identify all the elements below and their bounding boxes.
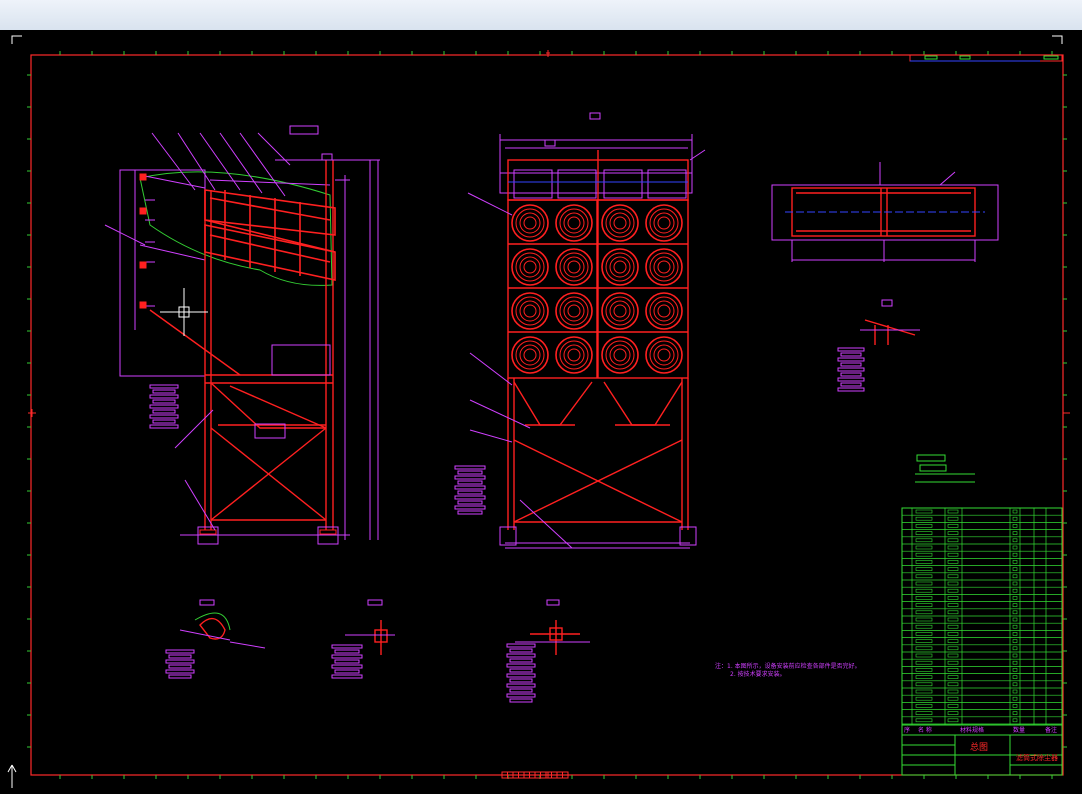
drawing-svg[interactable]: 注：1. 本图所示，设备安装前应检查各部件是否完好。 2. 按技术要求安装。 序…	[0, 30, 1082, 790]
bom-header-spec: 材料规格	[960, 726, 984, 734]
cad-drawing-canvas[interactable]: 注：1. 本图所示，设备安装前应检查各部件是否完好。 2. 按技术要求安装。 序…	[0, 30, 1082, 790]
window-titlebar	[0, 0, 1082, 31]
bom-header-index: 序	[904, 726, 910, 734]
bom-header-qty: 数量	[1013, 726, 1025, 734]
note-line-2: 2. 按技术要求安装。	[730, 670, 786, 678]
bom-header-name: 名 称	[918, 726, 932, 734]
bom-header-remark: 备注	[1045, 726, 1057, 734]
equipment-name: 滤筒式除尘器	[1016, 753, 1058, 762]
drawing-title: 总图	[970, 741, 988, 753]
note-line-1: 注：1. 本图所示，设备安装前应检查各部件是否完好。	[715, 662, 861, 670]
